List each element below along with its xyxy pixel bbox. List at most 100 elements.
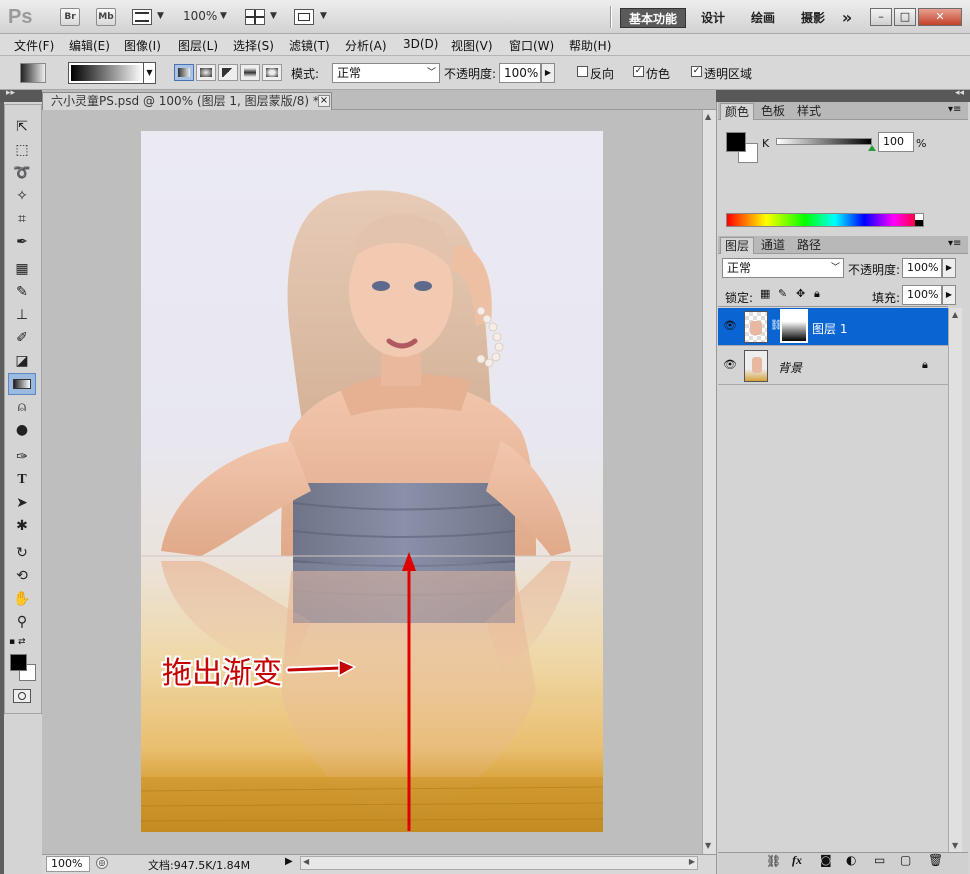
scroll-down-icon[interactable]: ▼ (952, 841, 958, 850)
workspace-painting-button[interactable]: 绘画 (746, 8, 780, 28)
bridge-button[interactable]: Br (60, 8, 80, 26)
add-mask-icon[interactable]: ◙ (820, 853, 832, 867)
opacity-slider-arrow-icon[interactable]: ▶ (541, 63, 555, 83)
chevron-down-icon[interactable]: ▼ (320, 11, 327, 21)
lock-all-icon[interactable]: 🔒︎ (814, 287, 820, 301)
k-slider[interactable] (776, 138, 872, 145)
scroll-down-icon[interactable]: ▼ (705, 841, 711, 850)
eye-icon[interactable]: 👁︎ (722, 357, 738, 373)
zoom-level[interactable]: 100% (183, 9, 217, 23)
angle-gradient-button[interactable] (218, 64, 238, 81)
tab-paths[interactable]: 路径 (793, 237, 825, 254)
lock-transparent-icon[interactable]: ▦ (760, 287, 770, 300)
menu-3d[interactable]: 3D(D) (403, 37, 438, 51)
foreground-color-swatch[interactable] (10, 654, 27, 671)
tab-swatches[interactable]: 色板 (757, 103, 789, 120)
workspace-photography-button[interactable]: 摄影 (796, 8, 830, 28)
hand-tool-icon[interactable]: ✋ (8, 588, 36, 610)
transparency-checkbox[interactable]: ✓ (691, 66, 702, 77)
layer-name[interactable]: 图层 1 (812, 320, 847, 337)
layer-thumbnail[interactable] (744, 311, 768, 343)
panel-menu-icon[interactable]: ▾≡ (948, 104, 961, 115)
screen-mode-icon[interactable] (294, 9, 314, 25)
brush-tool-icon[interactable]: ✎ (8, 281, 36, 303)
eyedropper-tool-icon[interactable]: ✒ (8, 231, 36, 253)
close-document-icon[interactable]: × (318, 95, 330, 107)
lasso-tool-icon[interactable]: ➰ (8, 162, 36, 184)
dither-checkbox[interactable]: ✓ (633, 66, 644, 77)
zoom-tool-icon[interactable]: ⚲ (8, 611, 36, 633)
tab-layers[interactable]: 图层 (720, 237, 755, 254)
fill-arrow-icon[interactable]: ▶ (942, 285, 956, 305)
menu-filter[interactable]: 滤镜(T) (289, 37, 330, 54)
document-tab[interactable]: 六小灵童PS.psd @ 100% (图层 1, 图层蒙版/8) * (42, 92, 332, 110)
radial-gradient-button[interactable] (196, 64, 216, 81)
blend-mode-select[interactable]: 正常 ﹀ (722, 258, 844, 278)
preview-icon[interactable]: ◎ (96, 857, 108, 869)
gradient-tool-preset-icon[interactable] (20, 63, 46, 83)
healing-tool-icon[interactable]: ▦ (8, 258, 36, 280)
color-panel-foreground-swatch[interactable] (726, 132, 746, 152)
minimize-button[interactable]: – (870, 8, 892, 26)
shape-tool-icon[interactable]: ✱ (8, 515, 36, 537)
layer-style-icon[interactable]: fx (792, 853, 802, 868)
layer-mask-thumbnail[interactable] (780, 309, 808, 343)
horizontal-scrollbar[interactable]: ◀ ▶ (300, 856, 698, 870)
minibridge-button[interactable]: Mb (96, 8, 116, 26)
panel-dock-header[interactable]: ◂◂ (716, 88, 970, 102)
delete-layer-icon[interactable]: 🗑︎ (928, 853, 943, 867)
chevron-down-icon[interactable]: ▼ (270, 11, 277, 21)
3d-rotate-tool-icon[interactable]: ↻ (8, 542, 36, 564)
diamond-gradient-button[interactable] (262, 64, 282, 81)
maximize-button[interactable]: □ (894, 8, 916, 26)
chevron-down-icon[interactable]: ▼ (157, 11, 164, 21)
mode-select[interactable]: 正常 ﹀ (332, 63, 440, 83)
arrange-documents-icon[interactable] (245, 9, 265, 25)
fill-input[interactable]: 100% (902, 285, 942, 305)
adjustment-layer-icon[interactable]: ◐ (846, 853, 856, 867)
new-group-icon[interactable]: ▭ (874, 853, 885, 867)
menu-view[interactable]: 视图(V) (451, 37, 493, 54)
view-extras-icon[interactable] (132, 9, 152, 25)
link-layers-icon[interactable]: ⛓︎ (766, 854, 781, 868)
scroll-up-icon[interactable]: ▲ (952, 310, 958, 319)
more-workspaces-icon[interactable]: » (836, 8, 858, 28)
tab-color[interactable]: 颜色 (720, 103, 755, 120)
menu-analysis[interactable]: 分析(A) (345, 37, 387, 54)
marquee-tool-icon[interactable]: ⬚ (8, 139, 36, 161)
scroll-right-icon[interactable]: ▶ (689, 857, 695, 866)
new-layer-icon[interactable]: ▢ (900, 853, 911, 867)
scroll-left-icon[interactable]: ◀ (303, 857, 309, 866)
slider-handle-icon[interactable] (868, 145, 876, 151)
gradient-picker[interactable]: ▼ (68, 62, 156, 84)
close-button[interactable]: ✕ (918, 8, 962, 26)
chevron-down-icon[interactable]: ▼ (220, 11, 227, 21)
menu-window[interactable]: 窗口(W) (509, 37, 554, 54)
menu-select[interactable]: 选择(S) (233, 37, 274, 54)
toolbox-header[interactable]: ▸▸ (0, 88, 42, 102)
quick-select-tool-icon[interactable]: ✧ (8, 185, 36, 207)
crop-tool-icon[interactable]: ⌗ (8, 208, 36, 230)
status-menu-arrow-icon[interactable]: ▶ (285, 856, 297, 870)
status-zoom-field[interactable]: 100% (46, 856, 90, 872)
reflected-gradient-button[interactable] (240, 64, 260, 81)
blur-tool-icon[interactable]: ⍝ (8, 396, 36, 418)
tab-styles[interactable]: 样式 (793, 103, 825, 120)
linear-gradient-button[interactable] (174, 64, 194, 81)
menu-file[interactable]: 文件(F) (14, 37, 54, 54)
menu-edit[interactable]: 编辑(E) (69, 37, 110, 54)
history-brush-tool-icon[interactable]: ✐ (8, 327, 36, 349)
default-colors-icon[interactable]: ▪ ⇄ (9, 637, 26, 647)
lock-position-icon[interactable]: ✥ (796, 287, 805, 300)
chevron-down-icon[interactable]: ▼ (143, 63, 155, 83)
menu-image[interactable]: 图像(I) (124, 37, 161, 54)
layer-opacity-input[interactable]: 100% (902, 258, 942, 278)
menu-layer[interactable]: 图层(L) (178, 37, 218, 54)
type-tool-icon[interactable]: T (8, 469, 36, 491)
tab-channels[interactable]: 通道 (757, 237, 789, 254)
layer-name[interactable]: 背景 (778, 359, 802, 376)
workspace-essentials-button[interactable]: 基本功能 (620, 8, 686, 28)
opacity-arrow-icon[interactable]: ▶ (942, 258, 956, 278)
opacity-input[interactable]: 100% (499, 63, 541, 83)
eraser-tool-icon[interactable]: ◪ (8, 350, 36, 372)
